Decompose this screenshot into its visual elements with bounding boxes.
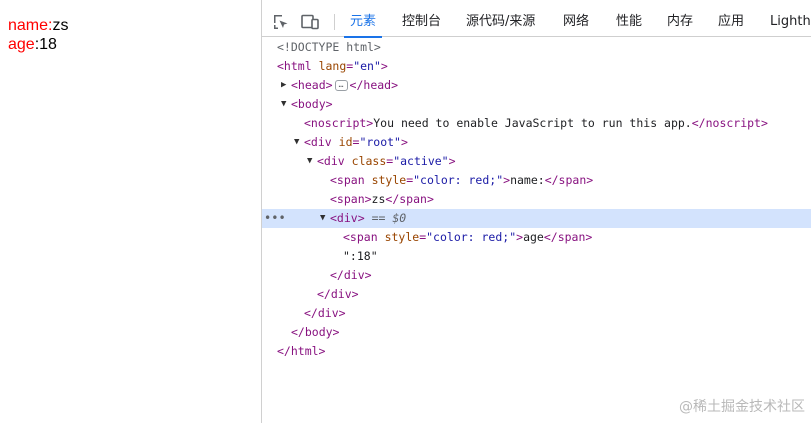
body-open-tag: <body> <box>291 97 333 111</box>
name-label: name: <box>8 17 53 34</box>
tree-row-head[interactable]: ▶ <head>… </head> <box>262 76 811 95</box>
tree-row-root-div[interactable]: ▼ <div id="root"> <box>262 133 811 152</box>
tree-row-text-node[interactable]: ":18" <box>262 247 811 266</box>
close-div-tag: </div> <box>330 268 372 282</box>
close-body-tag: </body> <box>291 325 340 339</box>
tab-performance[interactable]: 性能 <box>616 7 642 37</box>
rendered-page: name:zs age:18 <box>0 0 261 423</box>
tree-row-close-div[interactable]: </div> <box>262 304 811 323</box>
collapse-triangle-icon[interactable]: ▼ <box>294 133 299 152</box>
tree-row-active-div[interactable]: ▼ <div class="active"> <box>262 152 811 171</box>
close-div-tag: </div> <box>304 306 346 320</box>
tab-console[interactable]: 控制台 <box>402 7 441 37</box>
toolbar-separator <box>334 14 335 30</box>
device-toolbar-icon[interactable] <box>300 13 319 31</box>
tab-sources[interactable]: 源代码/来源 <box>466 7 535 37</box>
span-age-node: <span style="color: red;">age</span> <box>343 230 593 244</box>
devtools-panel: 元素 控制台 源代码/来源 网络 性能 内存 应用 Lighthouse <!D… <box>261 0 811 423</box>
span-zs-node: <span>zs</span> <box>330 192 434 206</box>
collapse-triangle-icon[interactable]: ▼ <box>281 95 286 114</box>
collapse-triangle-icon[interactable]: ▼ <box>320 209 325 228</box>
close-html-tag: </html> <box>277 344 326 358</box>
close-div-tag: </div> <box>317 287 359 301</box>
tree-row-close-body[interactable]: </body> <box>262 323 811 342</box>
tab-network[interactable]: 网络 <box>563 7 589 37</box>
selected-div-tag: <div> == $0 <box>330 211 407 225</box>
age-label: age <box>8 36 35 53</box>
span-name-node: <span style="color: red;">name:</span> <box>330 173 594 187</box>
tab-memory[interactable]: 内存 <box>667 7 693 37</box>
age-line: age:18 <box>8 35 261 54</box>
doctype-node: <!DOCTYPE html> <box>277 40 381 54</box>
tree-row-span-age[interactable]: <span style="color: red;">age</span> <box>262 228 811 247</box>
name-line: name:zs <box>8 16 261 35</box>
root-div-tag: <div id="root"> <box>304 135 408 149</box>
tree-row-close-div[interactable]: </div> <box>262 266 811 285</box>
head-node: <head>… </head> <box>291 78 399 92</box>
noscript-node: <noscript>You need to enable JavaScript … <box>304 116 768 130</box>
collapsed-ellipsis-icon[interactable]: … <box>334 80 348 91</box>
tab-lighthouse[interactable]: Lighthouse <box>770 7 811 37</box>
devtools-toolbar: 元素 控制台 源代码/来源 网络 性能 内存 应用 Lighthouse <box>262 7 811 38</box>
tree-row-doctype[interactable]: <!DOCTYPE html> <box>262 38 811 57</box>
name-value: zs <box>52 17 69 34</box>
tree-row-html[interactable]: <html lang="en"> <box>262 57 811 76</box>
tree-row-close-div[interactable]: </div> <box>262 285 811 304</box>
expand-triangle-icon[interactable]: ▶ <box>281 76 286 95</box>
text-node: ":18" <box>343 249 378 263</box>
tree-row-selected-div[interactable]: ••• ▼ <div> == $0 <box>262 209 811 228</box>
tree-row-noscript[interactable]: <noscript>You need to enable JavaScript … <box>262 114 811 133</box>
tree-row-close-html[interactable]: </html> <box>262 342 811 361</box>
watermark: @稀土掘金技术社区 <box>679 399 805 415</box>
tab-elements[interactable]: 元素 <box>343 7 383 38</box>
age-value: :18 <box>34 36 57 53</box>
tree-row-span-name[interactable]: <span style="color: red;">name:</span> <box>262 171 811 190</box>
inspect-element-icon[interactable] <box>272 13 290 31</box>
tree-row-body[interactable]: ▼ <body> <box>262 95 811 114</box>
html-open-tag: <html lang="en"> <box>277 59 388 73</box>
tab-application[interactable]: 应用 <box>718 7 744 37</box>
more-options-icon[interactable]: ••• <box>264 209 286 228</box>
active-div-tag: <div class="active"> <box>317 154 456 168</box>
tree-row-span-zs[interactable]: <span>zs</span> <box>262 190 811 209</box>
collapse-triangle-icon[interactable]: ▼ <box>307 152 312 171</box>
selected-node-marker: == $0 <box>371 211 407 225</box>
